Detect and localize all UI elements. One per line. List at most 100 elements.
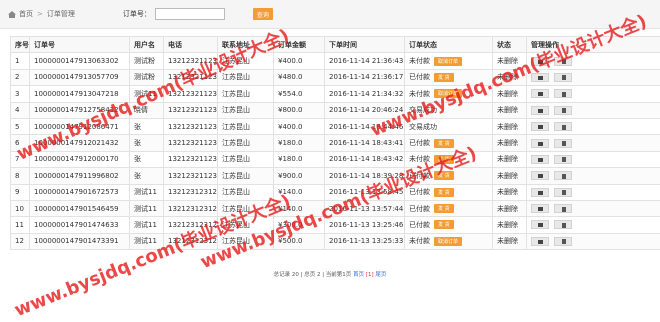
cell-status: 已付款发 货 <box>405 184 493 200</box>
search-button[interactable]: 查询 <box>253 8 273 20</box>
table-row: 11000000147913063302测试粉13212321123江苏昆山¥4… <box>11 53 660 69</box>
table-row: 71000000147912000170张13212321123江苏昆山¥180… <box>11 151 660 167</box>
cell-actions <box>527 135 660 151</box>
trash-icon <box>562 92 566 97</box>
view-button[interactable] <box>531 122 549 131</box>
cell-phone: 13212321123 <box>164 135 218 151</box>
cell-time: 2016-11-14 20:46:24 <box>325 102 405 118</box>
view-button[interactable] <box>531 237 549 246</box>
cell-status: 未付款取消订单 <box>405 53 493 69</box>
cell-order: 1000000147912758412 <box>30 102 130 118</box>
order-action-button[interactable]: 发 货 <box>434 139 454 148</box>
cell-actions <box>527 184 660 200</box>
order-action-button[interactable]: 发 货 <box>434 171 454 180</box>
cell-time: 2016-11-13 13:57:44 <box>325 200 405 216</box>
order-action-button[interactable]: 取消订单 <box>434 237 462 246</box>
view-button[interactable] <box>531 89 549 98</box>
cell-phone: 13212312312 <box>164 184 218 200</box>
view-button[interactable] <box>531 171 549 180</box>
order-action-button[interactable]: 发 货 <box>434 220 454 229</box>
cell-status: 已付款发 货 <box>405 135 493 151</box>
delete-button[interactable] <box>554 122 572 131</box>
inbox-icon <box>538 240 543 244</box>
cell-state: 未删除 <box>493 53 527 69</box>
last-page-link[interactable]: 尾页 <box>375 272 386 278</box>
cell-user: 张 <box>130 118 164 134</box>
order-status-text: 已付款 <box>409 139 430 147</box>
cell-time: 2016-11-13 13:58:45 <box>325 184 405 200</box>
cell-amount: ¥900.0 <box>274 168 325 184</box>
cell-actions <box>527 118 660 134</box>
view-button[interactable] <box>531 106 549 115</box>
cell-user: 测试11 <box>130 184 164 200</box>
cell-state: 未删除 <box>493 184 527 200</box>
cell-actions <box>527 168 660 184</box>
cell-status: 已付款发 货 <box>405 217 493 233</box>
first-page-link[interactable]: 首页 <box>353 272 364 278</box>
order-action-button[interactable]: 发 货 <box>434 73 454 82</box>
column-header: 状态 <box>493 37 527 53</box>
cell-addr: 江苏昆山 <box>218 69 274 85</box>
delete-button[interactable] <box>554 73 572 82</box>
cell-addr: 江苏昆山 <box>218 118 274 134</box>
cell-phone: 13212321123 <box>164 151 218 167</box>
inbox-icon <box>538 60 543 64</box>
delete-button[interactable] <box>554 89 572 98</box>
cell-actions <box>527 69 660 85</box>
cell-addr: 江苏昆山 <box>218 200 274 216</box>
home-icon <box>8 11 16 18</box>
cell-amount: ¥140.0 <box>274 184 325 200</box>
breadcrumb-home-link[interactable]: 首页 <box>19 9 33 19</box>
cell-amount: ¥180.0 <box>274 135 325 151</box>
cell-user: 张 <box>130 135 164 151</box>
order-action-button[interactable]: 发 货 <box>434 188 454 197</box>
order-status-text: 交易成功 <box>409 106 437 114</box>
order-status-text: 未付款 <box>409 90 430 98</box>
cell-no: 4 <box>11 102 30 118</box>
cell-actions <box>527 53 660 69</box>
view-button[interactable] <box>531 204 549 213</box>
cell-status: 未付款发 货 <box>405 151 493 167</box>
delete-button[interactable] <box>554 237 572 246</box>
delete-button[interactable] <box>554 57 572 66</box>
cell-addr: 江苏昆山 <box>218 86 274 102</box>
cell-status: 已付款发 货 <box>405 200 493 216</box>
order-number-label: 订单号： <box>123 9 151 19</box>
delete-button[interactable] <box>554 188 572 197</box>
cell-order: 1000000147912000170 <box>30 151 130 167</box>
view-button[interactable] <box>531 57 549 66</box>
column-header: 下单时间 <box>325 37 405 53</box>
cell-status: 已付款发 货 <box>405 168 493 184</box>
view-button[interactable] <box>531 155 549 164</box>
order-action-button[interactable]: 发 货 <box>434 204 454 213</box>
current-page[interactable]: [1] <box>366 272 374 278</box>
order-action-button[interactable]: 发 货 <box>434 155 454 164</box>
cell-amount: ¥800.0 <box>274 102 325 118</box>
view-button[interactable] <box>531 188 549 197</box>
view-button[interactable] <box>531 220 549 229</box>
cell-time: 2016-11-14 18:44:46 <box>325 118 405 134</box>
cell-phone: 13212321123 <box>164 102 218 118</box>
order-action-button[interactable]: 取消订单 <box>434 89 462 98</box>
delete-button[interactable] <box>554 155 572 164</box>
cell-user: 测试粉 <box>130 53 164 69</box>
cell-addr: 江苏昆山 <box>218 217 274 233</box>
delete-button[interactable] <box>554 139 572 148</box>
cell-order: 1000000147901473391 <box>30 233 130 249</box>
delete-button[interactable] <box>554 171 572 180</box>
delete-button[interactable] <box>554 220 572 229</box>
delete-button[interactable] <box>554 106 572 115</box>
orders-table: 序号 订单号 用户名 电话 联系地址 订单金额 下单时间 订单状态 状态 管理操… <box>10 36 660 250</box>
delete-button[interactable] <box>554 204 572 213</box>
trash-icon <box>562 125 566 130</box>
order-number-input[interactable] <box>155 8 225 20</box>
cell-actions <box>527 200 660 216</box>
trash-icon <box>562 59 566 64</box>
cell-state: 未删除 <box>493 151 527 167</box>
view-button[interactable] <box>531 139 549 148</box>
view-button[interactable] <box>531 73 549 82</box>
cell-user: 晓倩 <box>130 102 164 118</box>
cell-no: 8 <box>11 168 30 184</box>
column-header: 订单状态 <box>405 37 493 53</box>
order-action-button[interactable]: 取消订单 <box>434 57 462 66</box>
